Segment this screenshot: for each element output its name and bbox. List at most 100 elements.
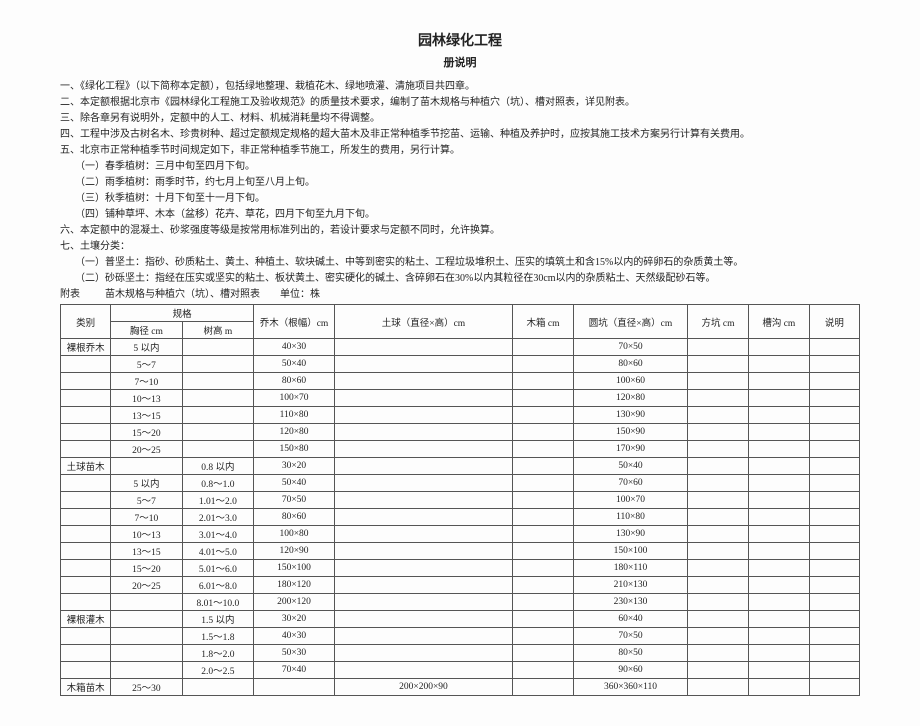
cell-a: 5～7 — [111, 492, 183, 509]
spec-table: 类别 规格 乔木（根幅）cm 土球（直径×高）cm 木箱 cm 圆坑（直径×高）… — [60, 304, 860, 696]
cell-note — [809, 339, 859, 356]
table-header-row: 类别 规格 乔木（根幅）cm 土球（直径×高）cm 木箱 cm 圆坑（直径×高）… — [61, 305, 860, 322]
cell-pit: 230×130 — [573, 594, 687, 611]
cell-a: 5 以内 — [111, 339, 183, 356]
cell-sq — [688, 662, 749, 679]
cell-sq — [688, 424, 749, 441]
cell-b — [182, 373, 254, 390]
cell-ball — [334, 492, 512, 509]
cell-ditch — [748, 492, 809, 509]
cell-note — [809, 424, 859, 441]
cell-pit: 60×40 — [573, 611, 687, 628]
table-row: 裸根灌木1.5 以内30×2060×40 — [61, 611, 860, 628]
cell-a — [111, 458, 183, 475]
cell-ditch — [748, 407, 809, 424]
appendix-label: 附表 — [60, 289, 80, 300]
cell-box — [513, 611, 574, 628]
cell-cat — [61, 662, 111, 679]
subnote-line: （一）春季植树：三月中旬至四月下旬。 — [60, 160, 860, 174]
cell-b — [182, 424, 254, 441]
cell-note — [809, 662, 859, 679]
cell-ditch — [748, 543, 809, 560]
table-row: 8.01～10.0200×120230×130 — [61, 594, 860, 611]
cell-a: 7～10 — [111, 373, 183, 390]
cell-box — [513, 373, 574, 390]
cell-ditch — [748, 390, 809, 407]
cell-cat — [61, 356, 111, 373]
cell-crown: 50×40 — [254, 475, 335, 492]
cell-sq — [688, 679, 749, 696]
cell-crown: 120×80 — [254, 424, 335, 441]
cell-ditch — [748, 662, 809, 679]
cell-a: 10～13 — [111, 390, 183, 407]
cell-sq — [688, 339, 749, 356]
table-row: 裸根乔木5 以内40×3070×50 — [61, 339, 860, 356]
cell-note — [809, 509, 859, 526]
cell-b: 0.8～1.0 — [182, 475, 254, 492]
subnote-line: （一）普坚土：指砂、砂质粘土、黄土、种植土、软块碱土、中等到密实的粘土、工程垃圾… — [60, 256, 860, 270]
cell-sq — [688, 356, 749, 373]
cell-crown: 40×30 — [254, 339, 335, 356]
cell-cat — [61, 475, 111, 492]
cell-ball — [334, 594, 512, 611]
cell-a: 25～30 — [111, 679, 183, 696]
cell-cat — [61, 492, 111, 509]
cell-cat — [61, 373, 111, 390]
cell-box — [513, 628, 574, 645]
cell-b: 2.0～2.5 — [182, 662, 254, 679]
cell-cat — [61, 424, 111, 441]
cell-note — [809, 407, 859, 424]
cell-ball — [334, 543, 512, 560]
appendix-unit: 单位：株 — [280, 289, 320, 300]
cell-crown: 110×80 — [254, 407, 335, 424]
cell-a: 10～13 — [111, 526, 183, 543]
cell-ball — [334, 458, 512, 475]
cell-crown: 150×100 — [254, 560, 335, 577]
cell-pit: 90×60 — [573, 662, 687, 679]
note-line: 五、北京市正常种植季节时间规定如下，非正常种植季节施工，所发生的费用，另行计算。 — [60, 144, 860, 158]
table-row: 1.8～2.050×3080×50 — [61, 645, 860, 662]
cell-ditch — [748, 509, 809, 526]
cell-crown: 100×70 — [254, 390, 335, 407]
cell-pit: 150×100 — [573, 543, 687, 560]
cell-b: 6.01～8.0 — [182, 577, 254, 594]
cell-b: 2.01～3.0 — [182, 509, 254, 526]
subnote-line: （二）雨季植树：雨季时节，约七月上旬至八月上旬。 — [60, 176, 860, 190]
subnote-line: （二）砂砾坚土：指经在压实或坚实的粘土、板状黄土、密实硬化的碱土、含碎卵石在30… — [60, 272, 860, 286]
cell-a — [111, 628, 183, 645]
cell-crown: 80×60 — [254, 373, 335, 390]
note-line: 七、土壤分类： — [60, 240, 860, 254]
cell-box — [513, 645, 574, 662]
cell-cat — [61, 509, 111, 526]
cell-pit: 80×50 — [573, 645, 687, 662]
th-pit: 圆坑（直径×高）cm — [573, 305, 687, 339]
table-row: 1.5～1.840×3070×50 — [61, 628, 860, 645]
cell-sq — [688, 645, 749, 662]
cell-a: 20～25 — [111, 577, 183, 594]
th-treecrown: 乔木（根幅）cm — [254, 305, 335, 339]
cell-pit: 170×90 — [573, 441, 687, 458]
cell-a: 13～15 — [111, 407, 183, 424]
cell-ditch — [748, 458, 809, 475]
cell-cat — [61, 594, 111, 611]
cell-ball — [334, 645, 512, 662]
cell-pit: 70×50 — [573, 339, 687, 356]
cell-ditch — [748, 356, 809, 373]
cell-a: 7～10 — [111, 509, 183, 526]
cell-ditch — [748, 424, 809, 441]
cell-pit: 150×90 — [573, 424, 687, 441]
cell-crown: 180×120 — [254, 577, 335, 594]
cell-note — [809, 577, 859, 594]
cell-sq — [688, 509, 749, 526]
doc-title: 园林绿化工程 — [60, 30, 860, 50]
cell-pit: 120×80 — [573, 390, 687, 407]
note-line: 四、工程中涉及古树名木、珍贵树种、超过定额规定规格的超大苗木及非正常种植季节挖苗… — [60, 128, 860, 142]
cell-sq — [688, 492, 749, 509]
cell-b: 1.01～2.0 — [182, 492, 254, 509]
cell-b: 0.8 以内 — [182, 458, 254, 475]
cell-ball — [334, 356, 512, 373]
cell-b: 5.01～6.0 — [182, 560, 254, 577]
cell-cat: 裸根灌木 — [61, 611, 111, 628]
cell-a: 13～15 — [111, 543, 183, 560]
cell-b — [182, 339, 254, 356]
